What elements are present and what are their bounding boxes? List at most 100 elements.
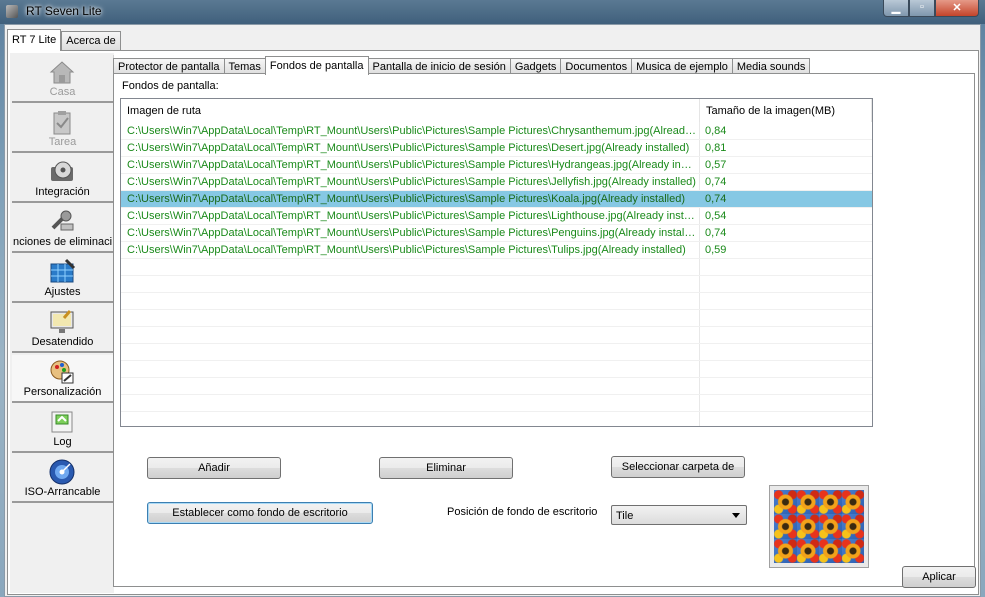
- chevron-down-icon: [732, 513, 740, 518]
- monitor-icon: [48, 308, 76, 336]
- table-row[interactable]: C:\Users\Win7\AppData\Local\Temp\RT_Moun…: [121, 140, 872, 157]
- tab-protector[interactable]: Protector de pantalla: [113, 58, 225, 74]
- tab-temas[interactable]: Temas: [223, 58, 266, 74]
- window-controls: ▁ ▫ ✕: [883, 0, 979, 18]
- cell-size: 0,74: [705, 193, 727, 205]
- tab-inicio-sesion[interactable]: Pantalla de inicio de sesión: [367, 58, 511, 74]
- sidebar-item-eliminacion[interactable]: nciones de eliminaci: [12, 205, 114, 253]
- empty-row: [121, 293, 872, 310]
- wallpaper-preview: [769, 485, 869, 568]
- sidebar-item-desatendido[interactable]: Desatendido: [12, 305, 114, 353]
- sidebar-item-label: Personalización: [23, 386, 102, 398]
- inner-tab-strip: Protector de pantalla Temas Fondos de pa…: [113, 56, 811, 75]
- cell-path: C:\Users\Win7\AppData\Local\Temp\RT_Moun…: [127, 193, 685, 205]
- column-header-size[interactable]: Tamaño de la imagen(MB): [700, 99, 872, 122]
- sidebar-item-label: Desatendido: [31, 336, 94, 348]
- tab-acerca-de[interactable]: Acerca de: [61, 31, 121, 51]
- table-row[interactable]: C:\Users\Win7\AppData\Local\Temp\RT_Moun…: [121, 157, 872, 174]
- app-icon: [6, 5, 18, 18]
- cell-size: 0,57: [705, 159, 727, 171]
- sidebar-item-log[interactable]: Log: [12, 405, 114, 453]
- cell-size: 0,74: [705, 227, 727, 239]
- table-row[interactable]: C:\Users\Win7\AppData\Local\Temp\RT_Moun…: [121, 208, 872, 225]
- empty-row: [121, 327, 872, 344]
- table-row[interactable]: C:\Users\Win7\AppData\Local\Temp\RT_Moun…: [121, 242, 872, 259]
- wallpaper-list[interactable]: Imagen de ruta Tamaño de la imagen(MB) C…: [120, 98, 873, 427]
- maximize-button[interactable]: ▫: [909, 0, 935, 17]
- sidebar-item-label: Log: [53, 436, 72, 448]
- cell-size: 0,74: [705, 176, 727, 188]
- cell-path: C:\Users\Win7\AppData\Local\Temp\RT_Moun…: [127, 176, 696, 188]
- close-button[interactable]: ✕: [935, 0, 979, 17]
- top-tab-strip: RT 7 Lite Acerca de: [7, 29, 121, 51]
- app-window: RT Seven Lite ▁ ▫ ✕ RT 7 Lite Acerca de …: [0, 0, 985, 597]
- sidebar-item-ajustes[interactable]: Ajustes: [12, 255, 114, 303]
- log-icon: [48, 408, 76, 436]
- position-select[interactable]: Tile: [611, 505, 747, 525]
- preview-image: [774, 490, 864, 563]
- sidebar-item-label: Integración: [35, 186, 90, 198]
- minimize-icon: ▁: [891, 2, 901, 14]
- position-select-value: Tile: [616, 510, 634, 522]
- minimize-button[interactable]: ▁: [883, 0, 909, 17]
- window-title: RT Seven Lite: [26, 4, 102, 18]
- cell-path: C:\Users\Win7\AppData\Local\Temp\RT_Moun…: [127, 159, 692, 171]
- cell-path: C:\Users\Win7\AppData\Local\Temp\RT_Moun…: [127, 244, 686, 256]
- tab-documentos[interactable]: Documentos: [560, 58, 633, 74]
- palette-icon: [48, 358, 76, 386]
- table-row[interactable]: C:\Users\Win7\AppData\Local\Temp\RT_Moun…: [121, 174, 872, 191]
- sidebar-item-label: Casa: [49, 86, 76, 98]
- tab-gadgets[interactable]: Gadgets: [509, 58, 562, 74]
- title-bar[interactable]: RT Seven Lite ▁ ▫ ✕: [0, 0, 985, 24]
- sidebar-item-label: ISO-Arrancable: [24, 486, 101, 498]
- column-header-path[interactable]: Imagen de ruta: [121, 99, 700, 122]
- cell-size: 0,54: [705, 210, 727, 222]
- apply-button[interactable]: Aplicar: [902, 566, 976, 588]
- house-icon: [48, 58, 76, 86]
- tools-icon: [48, 208, 76, 236]
- sidebar-item-iso-arrancable[interactable]: ISO-Arrancable: [12, 455, 114, 503]
- list-rows: C:\Users\Win7\AppData\Local\Temp\RT_Moun…: [121, 123, 872, 426]
- cell-path: C:\Users\Win7\AppData\Local\Temp\RT_Moun…: [127, 210, 695, 222]
- select-folder-button[interactable]: Seleccionar carpeta de: [611, 456, 745, 478]
- maximize-icon: ▫: [920, 1, 924, 13]
- cell-size: 0,84: [705, 125, 727, 137]
- position-label: Posición de fondo de escritorio: [447, 506, 598, 518]
- cell-size: 0,81: [705, 142, 727, 154]
- list-header: Imagen de ruta Tamaño de la imagen(MB): [121, 99, 872, 122]
- table-row[interactable]: C:\Users\Win7\AppData\Local\Temp\RT_Moun…: [121, 225, 872, 242]
- cell-path: C:\Users\Win7\AppData\Local\Temp\RT_Moun…: [127, 227, 697, 239]
- cd-icon: [48, 458, 76, 486]
- tab-fondos[interactable]: Fondos de pantalla: [264, 56, 369, 75]
- clipboard-icon: [48, 108, 76, 136]
- table-row[interactable]: C:\Users\Win7\AppData\Local\Temp\RT_Moun…: [121, 123, 872, 140]
- tab-media-sounds[interactable]: Media sounds: [731, 58, 811, 74]
- empty-row: [121, 361, 872, 378]
- empty-row: [121, 276, 872, 293]
- sidebar-item-tarea[interactable]: Tarea: [12, 105, 114, 153]
- disc-drive-icon: [48, 158, 76, 186]
- empty-row: [121, 259, 872, 276]
- close-icon: ✕: [952, 2, 962, 14]
- sidebar-item-integracion[interactable]: Integración: [12, 155, 114, 203]
- remove-button[interactable]: Eliminar: [379, 457, 513, 479]
- section-label: Fondos de pantalla:: [122, 80, 219, 92]
- sidebar: Casa Tarea Integración nciones de elimin…: [10, 53, 114, 593]
- table-row[interactable]: C:\Users\Win7\AppData\Local\Temp\RT_Moun…: [121, 191, 872, 208]
- tab-musica[interactable]: Musica de ejemplo: [631, 58, 733, 74]
- sidebar-item-label: Tarea: [48, 136, 77, 148]
- set-desktop-button[interactable]: Establecer como fondo de escritorio: [147, 502, 373, 524]
- empty-row: [121, 310, 872, 327]
- empty-row: [121, 344, 872, 361]
- cell-path: C:\Users\Win7\AppData\Local\Temp\RT_Moun…: [127, 142, 690, 154]
- empty-row: [121, 412, 872, 426]
- add-button[interactable]: Añadir: [147, 457, 281, 479]
- sidebar-item-label: nciones de eliminaci: [12, 236, 113, 248]
- client-area: RT 7 Lite Acerca de Casa Tarea Integraci…: [4, 24, 981, 597]
- empty-row: [121, 395, 872, 412]
- empty-row: [121, 378, 872, 395]
- tab-rt7lite[interactable]: RT 7 Lite: [7, 29, 62, 51]
- sidebar-item-casa[interactable]: Casa: [12, 55, 114, 103]
- sidebar-item-personalizacion[interactable]: Personalización: [12, 355, 114, 403]
- settings-grid-icon: [48, 258, 76, 286]
